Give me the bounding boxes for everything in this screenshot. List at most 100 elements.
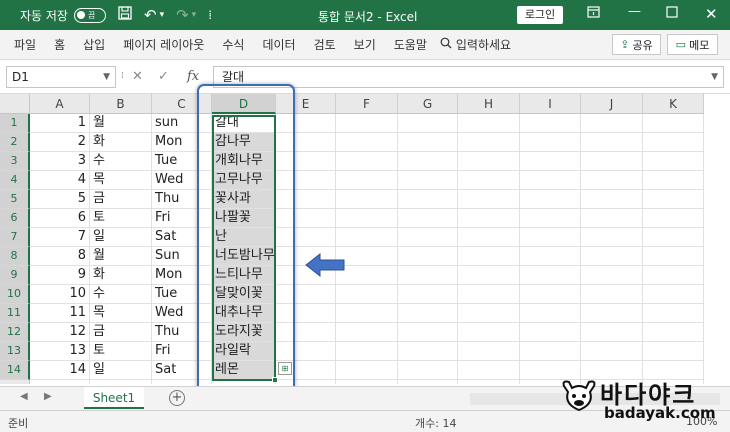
cell-c8[interactable]: Sun bbox=[152, 247, 212, 266]
cell-b2[interactable]: 화 bbox=[90, 133, 152, 152]
column-header-k[interactable]: K bbox=[643, 94, 704, 114]
column-header-f[interactable]: F bbox=[336, 94, 398, 114]
cell-a3[interactable]: 3 bbox=[30, 152, 90, 171]
prev-sheet-icon[interactable]: ◀ bbox=[20, 391, 28, 402]
column-header-g[interactable]: G bbox=[398, 94, 458, 114]
column-header-e[interactable]: E bbox=[276, 94, 336, 114]
cell-g8[interactable] bbox=[398, 247, 458, 266]
cell-j14[interactable] bbox=[581, 361, 643, 380]
cell-e10[interactable] bbox=[276, 285, 336, 304]
row-header[interactable]: 11 bbox=[0, 304, 30, 323]
column-header-b[interactable]: B bbox=[90, 94, 152, 114]
cell-a4[interactable]: 4 bbox=[30, 171, 90, 190]
fill-handle[interactable] bbox=[272, 377, 278, 383]
cell-c11[interactable]: Wed bbox=[152, 304, 212, 323]
maximize-icon[interactable] bbox=[666, 6, 678, 22]
cell-h15[interactable] bbox=[458, 380, 520, 384]
cell-e13[interactable] bbox=[276, 342, 336, 361]
horizontal-scrollbar[interactable] bbox=[470, 393, 720, 405]
cell-b13[interactable]: 토 bbox=[90, 342, 152, 361]
row-header[interactable]: 6 bbox=[0, 209, 30, 228]
cell-a10[interactable]: 10 bbox=[30, 285, 90, 304]
customize-qat-icon[interactable]: ⁞ bbox=[208, 8, 212, 22]
tab-formulas[interactable]: 수식 bbox=[213, 36, 253, 53]
minimize-icon[interactable]: — bbox=[628, 4, 641, 19]
column-header-i[interactable]: I bbox=[520, 94, 581, 114]
memo-button[interactable]: ▭ 메모 bbox=[667, 34, 718, 55]
cell-k5[interactable] bbox=[643, 190, 704, 209]
worksheet-grid[interactable]: A B C D E F G H I J K 1 1 월 sun 갈대 2 2 화 Mon 감나무 3 3 수 Tue 개회나무 4 4… bbox=[0, 94, 730, 384]
cell-d10[interactable]: 달맞이꽃 bbox=[212, 285, 276, 304]
cell-c14[interactable]: Sat bbox=[152, 361, 212, 380]
cell-c6[interactable]: Fri bbox=[152, 209, 212, 228]
cell-k11[interactable] bbox=[643, 304, 704, 323]
column-header-d[interactable]: D bbox=[212, 94, 276, 114]
cell-i12[interactable] bbox=[520, 323, 581, 342]
cell-f14[interactable] bbox=[336, 361, 398, 380]
cell-d1[interactable]: 갈대 bbox=[212, 114, 276, 133]
cell-j2[interactable] bbox=[581, 133, 643, 152]
undo-icon[interactable]: ↶ bbox=[144, 6, 157, 24]
cell-k10[interactable] bbox=[643, 285, 704, 304]
cell-i1[interactable] bbox=[520, 114, 581, 133]
cell-k13[interactable] bbox=[643, 342, 704, 361]
column-header-c[interactable]: C bbox=[152, 94, 212, 114]
cell-k9[interactable] bbox=[643, 266, 704, 285]
cell-g13[interactable] bbox=[398, 342, 458, 361]
row-header[interactable]: 2 bbox=[0, 133, 30, 152]
cell-g11[interactable] bbox=[398, 304, 458, 323]
cell-d5[interactable]: 꽃사과 bbox=[212, 190, 276, 209]
cell-g12[interactable] bbox=[398, 323, 458, 342]
save-icon[interactable] bbox=[118, 6, 132, 24]
cell-k12[interactable] bbox=[643, 323, 704, 342]
zoom-level[interactable]: 100% bbox=[686, 415, 717, 428]
cell-b7[interactable]: 일 bbox=[90, 228, 152, 247]
cell-i7[interactable] bbox=[520, 228, 581, 247]
cell-b9[interactable]: 화 bbox=[90, 266, 152, 285]
cell-f4[interactable] bbox=[336, 171, 398, 190]
row-header[interactable]: 3 bbox=[0, 152, 30, 171]
cell-i15[interactable] bbox=[520, 380, 581, 384]
cell-j13[interactable] bbox=[581, 342, 643, 361]
row-header[interactable]: 15 bbox=[0, 380, 30, 384]
cell-d12[interactable]: 도라지꽃 bbox=[212, 323, 276, 342]
cell-d2[interactable]: 감나무 bbox=[212, 133, 276, 152]
cell-k8[interactable] bbox=[643, 247, 704, 266]
cell-a6[interactable]: 6 bbox=[30, 209, 90, 228]
cell-b5[interactable]: 금 bbox=[90, 190, 152, 209]
cell-i13[interactable] bbox=[520, 342, 581, 361]
cell-a14[interactable]: 14 bbox=[30, 361, 90, 380]
cell-f10[interactable] bbox=[336, 285, 398, 304]
cell-h14[interactable] bbox=[458, 361, 520, 380]
row-header[interactable]: 12 bbox=[0, 323, 30, 342]
cell-c12[interactable]: Thu bbox=[152, 323, 212, 342]
quick-analysis-icon[interactable]: ⊞ bbox=[278, 362, 292, 375]
cell-a12[interactable]: 12 bbox=[30, 323, 90, 342]
cell-j15[interactable] bbox=[581, 380, 643, 384]
cell-k14[interactable] bbox=[643, 361, 704, 380]
cell-i3[interactable] bbox=[520, 152, 581, 171]
cell-c13[interactable]: Fri bbox=[152, 342, 212, 361]
cell-e11[interactable] bbox=[276, 304, 336, 323]
cell-h1[interactable] bbox=[458, 114, 520, 133]
cell-b1[interactable]: 월 bbox=[90, 114, 152, 133]
row-header[interactable]: 4 bbox=[0, 171, 30, 190]
redo-icon[interactable]: ↷ bbox=[176, 6, 189, 24]
cell-j10[interactable] bbox=[581, 285, 643, 304]
cell-c1[interactable]: sun bbox=[152, 114, 212, 133]
cell-c3[interactable]: Tue bbox=[152, 152, 212, 171]
cell-b10[interactable]: 수 bbox=[90, 285, 152, 304]
cell-d6[interactable]: 나팔꽃 bbox=[212, 209, 276, 228]
expand-formula-icon[interactable]: ▼ bbox=[711, 67, 718, 87]
cell-a8[interactable]: 8 bbox=[30, 247, 90, 266]
row-header[interactable]: 1 bbox=[0, 114, 30, 133]
cell-j3[interactable] bbox=[581, 152, 643, 171]
cell-j1[interactable] bbox=[581, 114, 643, 133]
column-header-h[interactable]: H bbox=[458, 94, 520, 114]
formula-input[interactable]: 갈대 ▼ bbox=[213, 66, 724, 88]
cell-j9[interactable] bbox=[581, 266, 643, 285]
cell-k7[interactable] bbox=[643, 228, 704, 247]
cell-a7[interactable]: 7 bbox=[30, 228, 90, 247]
tab-home[interactable]: 홈 bbox=[45, 36, 74, 53]
row-header[interactable]: 5 bbox=[0, 190, 30, 209]
